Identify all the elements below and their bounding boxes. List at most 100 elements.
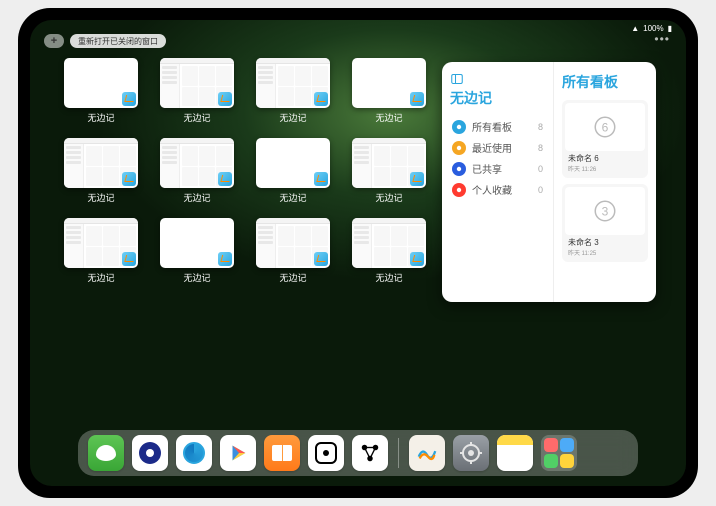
nav-label: 个人收藏 xyxy=(472,182,512,197)
board-canvas: 6 xyxy=(565,103,645,151)
dock-app-books[interactable] xyxy=(264,435,300,471)
window-label: 无边记 xyxy=(279,271,306,284)
window-label: 无边记 xyxy=(375,191,402,204)
ipad-device: ▲ 100% ▮ + 重新打开已关闭的窗口 ••• 无边记无边记无边记无边记无边… xyxy=(0,0,716,506)
freeform-app-icon xyxy=(122,172,136,186)
nav-count: 8 xyxy=(538,122,543,132)
sidebar-title: 无边记 xyxy=(450,88,545,108)
sidebar-item[interactable]: 已共享0 xyxy=(450,158,545,179)
dock-app-library[interactable] xyxy=(541,435,577,471)
nav-icon xyxy=(452,120,466,134)
expose-window[interactable]: 无边记 xyxy=(60,58,142,126)
bezel: ▲ 100% ▮ + 重新打开已关闭的窗口 ••• 无边记无边记无边记无边记无边… xyxy=(18,8,698,498)
sidebar-item[interactable]: 所有看板 8 xyxy=(450,116,545,137)
nav-count: 0 xyxy=(538,185,543,195)
app-panel: 无边记 所有看板8最近使用8已共享0个人收藏0 所有看板 6未命名 6昨天 11… xyxy=(442,62,656,302)
reopen-closed-window-pill[interactable]: 重新打开已关闭的窗口 xyxy=(70,34,166,48)
window-label: 无边记 xyxy=(183,271,210,284)
freeform-app-icon xyxy=(410,92,424,106)
board-name: 未命名 3 xyxy=(568,237,642,248)
board-name: 未命名 6 xyxy=(568,153,642,164)
expose-window[interactable]: 无边记 xyxy=(156,218,238,286)
dock-app-settings[interactable] xyxy=(453,435,489,471)
window-label: 无边记 xyxy=(87,271,114,284)
sidebar-item[interactable]: 最近使用 8 xyxy=(450,137,545,158)
expose-window[interactable]: 无边记 xyxy=(348,58,430,126)
freeform-app-icon xyxy=(410,172,424,186)
window-grid: 无边记无边记无边记无边记无边记无边记无边记无边记无边记无边记无边记无边记 xyxy=(60,58,430,426)
window-label: 无边记 xyxy=(375,111,402,124)
board-card[interactable]: 3 未命名 3昨天 11:25 xyxy=(562,184,648,262)
freeform-app-icon xyxy=(218,172,232,186)
dock-separator xyxy=(398,438,399,468)
sidebar-toggle-icon[interactable] xyxy=(450,72,464,86)
nav-icon xyxy=(452,183,466,197)
freeform-app-icon xyxy=(314,252,328,266)
dock-app-dice[interactable] xyxy=(308,435,344,471)
window-thumbnail[interactable] xyxy=(352,58,426,108)
board-time: 昨天 11:25 xyxy=(568,248,642,257)
nav-label: 所有看板 xyxy=(472,119,512,134)
dock xyxy=(78,430,638,476)
freeform-app-icon xyxy=(122,252,136,266)
dock-app-circle-blue[interactable] xyxy=(132,435,168,471)
svg-text:6: 6 xyxy=(602,121,609,135)
more-icon[interactable]: ••• xyxy=(654,32,670,46)
window-label: 无边记 xyxy=(279,191,306,204)
dock-app-qqbrowser[interactable] xyxy=(176,435,212,471)
expose-window[interactable]: 无边记 xyxy=(60,218,142,286)
window-thumbnail[interactable] xyxy=(64,218,138,268)
freeform-app-icon xyxy=(218,92,232,106)
window-label: 无边记 xyxy=(87,191,114,204)
board-canvas: 3 xyxy=(565,187,645,235)
sidebar-item[interactable]: 个人收藏 0 xyxy=(450,179,545,200)
dock-app-nodes[interactable] xyxy=(352,435,388,471)
window-label: 无边记 xyxy=(279,111,306,124)
expose-window[interactable]: 无边记 xyxy=(252,138,334,206)
nav-count: 0 xyxy=(538,164,543,174)
freeform-app-icon xyxy=(122,92,136,106)
screen: ▲ 100% ▮ + 重新打开已关闭的窗口 ••• 无边记无边记无边记无边记无边… xyxy=(30,20,686,486)
new-window-button[interactable]: + xyxy=(44,34,64,48)
dock-app-wechat[interactable] xyxy=(88,435,124,471)
expose-window[interactable]: 无边记 xyxy=(348,138,430,206)
freeform-app-icon xyxy=(218,252,232,266)
window-thumbnail[interactable] xyxy=(352,218,426,268)
content-area: 无边记无边记无边记无边记无边记无边记无边记无边记无边记无边记无边记无边记 无边记… xyxy=(60,58,656,426)
nav-icon xyxy=(452,162,466,176)
window-thumbnail[interactable] xyxy=(64,58,138,108)
freeform-app-icon xyxy=(314,92,328,106)
svg-text:3: 3 xyxy=(602,205,609,219)
window-thumbnail[interactable] xyxy=(64,138,138,188)
expose-window[interactable]: 无边记 xyxy=(348,218,430,286)
expose-window[interactable]: 无边记 xyxy=(156,138,238,206)
panel-main-title: 所有看板 xyxy=(562,72,648,92)
wifi-icon: ▲ xyxy=(631,24,639,33)
window-thumbnail[interactable] xyxy=(352,138,426,188)
nav-count: 8 xyxy=(538,143,543,153)
expose-window[interactable]: 无边记 xyxy=(60,138,142,206)
window-thumbnail[interactable] xyxy=(256,218,330,268)
window-label: 无边记 xyxy=(183,191,210,204)
expose-window[interactable]: 无边记 xyxy=(156,58,238,126)
board-time: 昨天 11:26 xyxy=(568,164,642,173)
expose-window[interactable]: 无边记 xyxy=(252,218,334,286)
window-label: 无边记 xyxy=(375,271,402,284)
panel-main: 所有看板 6 未命名 6昨天 11:26 3 未命名 3昨天 11:25 xyxy=(554,62,656,302)
window-thumbnail[interactable] xyxy=(160,218,234,268)
dock-app-play[interactable] xyxy=(220,435,256,471)
window-label: 无边记 xyxy=(87,111,114,124)
top-bar: + 重新打开已关闭的窗口 xyxy=(44,34,166,48)
window-thumbnail[interactable] xyxy=(160,58,234,108)
freeform-app-icon xyxy=(314,172,328,186)
panel-sidebar: 无边记 所有看板 8 最近使用 8 已共享0 个人收藏 0 xyxy=(442,62,554,302)
board-card[interactable]: 6 未命名 6昨天 11:26 xyxy=(562,100,648,178)
nav-label: 最近使用 xyxy=(472,140,512,155)
dock-app-freeform[interactable] xyxy=(409,435,445,471)
window-thumbnail[interactable] xyxy=(256,138,330,188)
window-thumbnail[interactable] xyxy=(160,138,234,188)
expose-window[interactable]: 无边记 xyxy=(252,58,334,126)
window-thumbnail[interactable] xyxy=(256,58,330,108)
nav-icon xyxy=(452,141,466,155)
dock-app-notes[interactable] xyxy=(497,435,533,471)
